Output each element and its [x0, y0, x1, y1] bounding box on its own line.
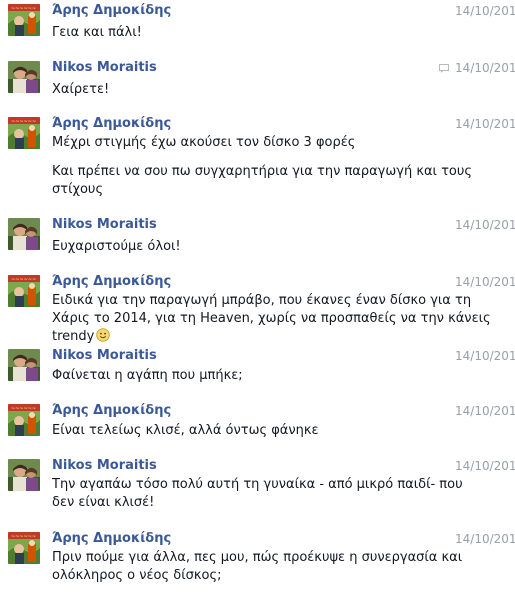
message-text: Μέχρι στιγμής έχω ακούσει τον δίσκο 3 φο…: [52, 135, 356, 150]
sender-name[interactable]: Άρης Δημοκίδης: [52, 403, 171, 418]
chat-message: Nikos Moraitis 14/10/2014 Φαίνεται η αγά…: [0, 348, 515, 389]
timestamp: 14/10/2014: [455, 459, 515, 473]
message-text: Γεια και πάλι!: [52, 25, 142, 40]
sender-name[interactable]: Nikos Moraitis: [52, 458, 157, 473]
message-text: Την αγαπάω τόσο πολύ αυτή τη γυναίκα - α…: [52, 477, 463, 510]
avatar-nikos[interactable]: [8, 349, 40, 381]
timestamp: 14/10/2014: [455, 61, 515, 75]
timestamp: 14/10/2014: [455, 218, 515, 232]
message-text: Ευχαριστούμε όλοι!: [52, 239, 181, 254]
chat-message: ~~~~~~ Άρης Δημοκίδης 14/10/2014 Μέχρι σ…: [0, 116, 515, 207]
chat-message: ~~~~~~ Άρης Δημοκίδης 14/10/2014 Γεια κα…: [0, 3, 515, 44]
chat-message: Nikos Moraitis 14/10/2014 Χαίρετε!: [0, 60, 515, 101]
smiley-emoticon-icon: [96, 328, 111, 342]
timestamp: 14/10/2014: [455, 349, 515, 363]
avatar-aris[interactable]: ~~~~~~: [8, 117, 40, 149]
svg-text:~~~~~~: ~~~~~~: [11, 406, 36, 412]
sender-name[interactable]: Άρης Δημοκίδης: [52, 531, 171, 546]
message-text: Φαίνεται η αγάπη που μπήκε;: [52, 368, 243, 383]
chat-message: Nikos Moraitis 14/10/2014 Την αγαπάω τόσ…: [0, 458, 515, 519]
timestamp: 14/10/2014: [455, 275, 515, 289]
svg-text:~~~~~~: ~~~~~~: [11, 534, 36, 540]
timestamp: 14/10/2014: [455, 117, 515, 131]
sender-name[interactable]: Nikos Moraitis: [52, 60, 157, 75]
message-text: Και πρέπει να σου πω συγχαρητήρια για τη…: [52, 164, 473, 197]
avatar-aris[interactable]: ~~~~~~: [8, 532, 40, 564]
avatar-nikos[interactable]: [8, 61, 40, 93]
sender-name[interactable]: Άρης Δημοκίδης: [52, 274, 171, 289]
svg-text:~~~~~~: ~~~~~~: [11, 6, 36, 12]
avatar-aris[interactable]: ~~~~~~: [8, 4, 40, 36]
sender-name[interactable]: Nikos Moraitis: [52, 217, 157, 232]
chat-message: ~~~~~~ Άρης Δημοκίδης 14/10/2014 Είναι τ…: [0, 403, 515, 444]
svg-text:~~~~~~: ~~~~~~: [11, 119, 36, 125]
message-text-content: Ειδικά για την παραγωγή μπράβο, που έκαν…: [52, 293, 491, 344]
avatar-nikos[interactable]: [8, 459, 40, 491]
chat-message: ~~~~~~ Άρης Δημοκίδης 14/10/2014 Πριν πο…: [0, 531, 515, 592]
svg-text:~~~~~~: ~~~~~~: [11, 277, 36, 283]
message-text: Είναι τελείως κλισέ, αλλά όντως φάνηκε: [52, 423, 319, 438]
timestamp: 14/10/2014: [455, 532, 515, 546]
chat-message: Nikos Moraitis 14/10/2014 Ευχαριστούμε ό…: [0, 217, 515, 258]
message-text: Ειδικά για την παραγωγή μπράβο, που έκαν…: [52, 292, 504, 346]
chat-conversation: ~~~~~~ Άρης Δημοκίδης 14/10/2014 Γεια κα…: [0, 0, 515, 592]
timestamp: 14/10/2014: [455, 4, 515, 18]
message-text: Πριν πούμε για άλλα, πες μου, πώς προέκυ…: [52, 550, 463, 583]
chat-message: ~~~~~~ Άρης Δημοκίδης 14/10/2014 Ειδικά …: [0, 274, 515, 344]
message-text: Χαίρετε!: [52, 82, 110, 97]
sender-name[interactable]: Nikos Moraitis: [52, 348, 157, 363]
sender-name[interactable]: Άρης Δημοκίδης: [52, 116, 171, 131]
avatar-nikos[interactable]: [8, 218, 40, 250]
avatar-aris[interactable]: ~~~~~~: [8, 404, 40, 436]
timestamp: 14/10/2014: [455, 404, 515, 418]
reply-icon[interactable]: [439, 64, 449, 73]
avatar-aris[interactable]: ~~~~~~: [8, 275, 40, 307]
sender-name[interactable]: Άρης Δημοκίδης: [52, 3, 171, 18]
